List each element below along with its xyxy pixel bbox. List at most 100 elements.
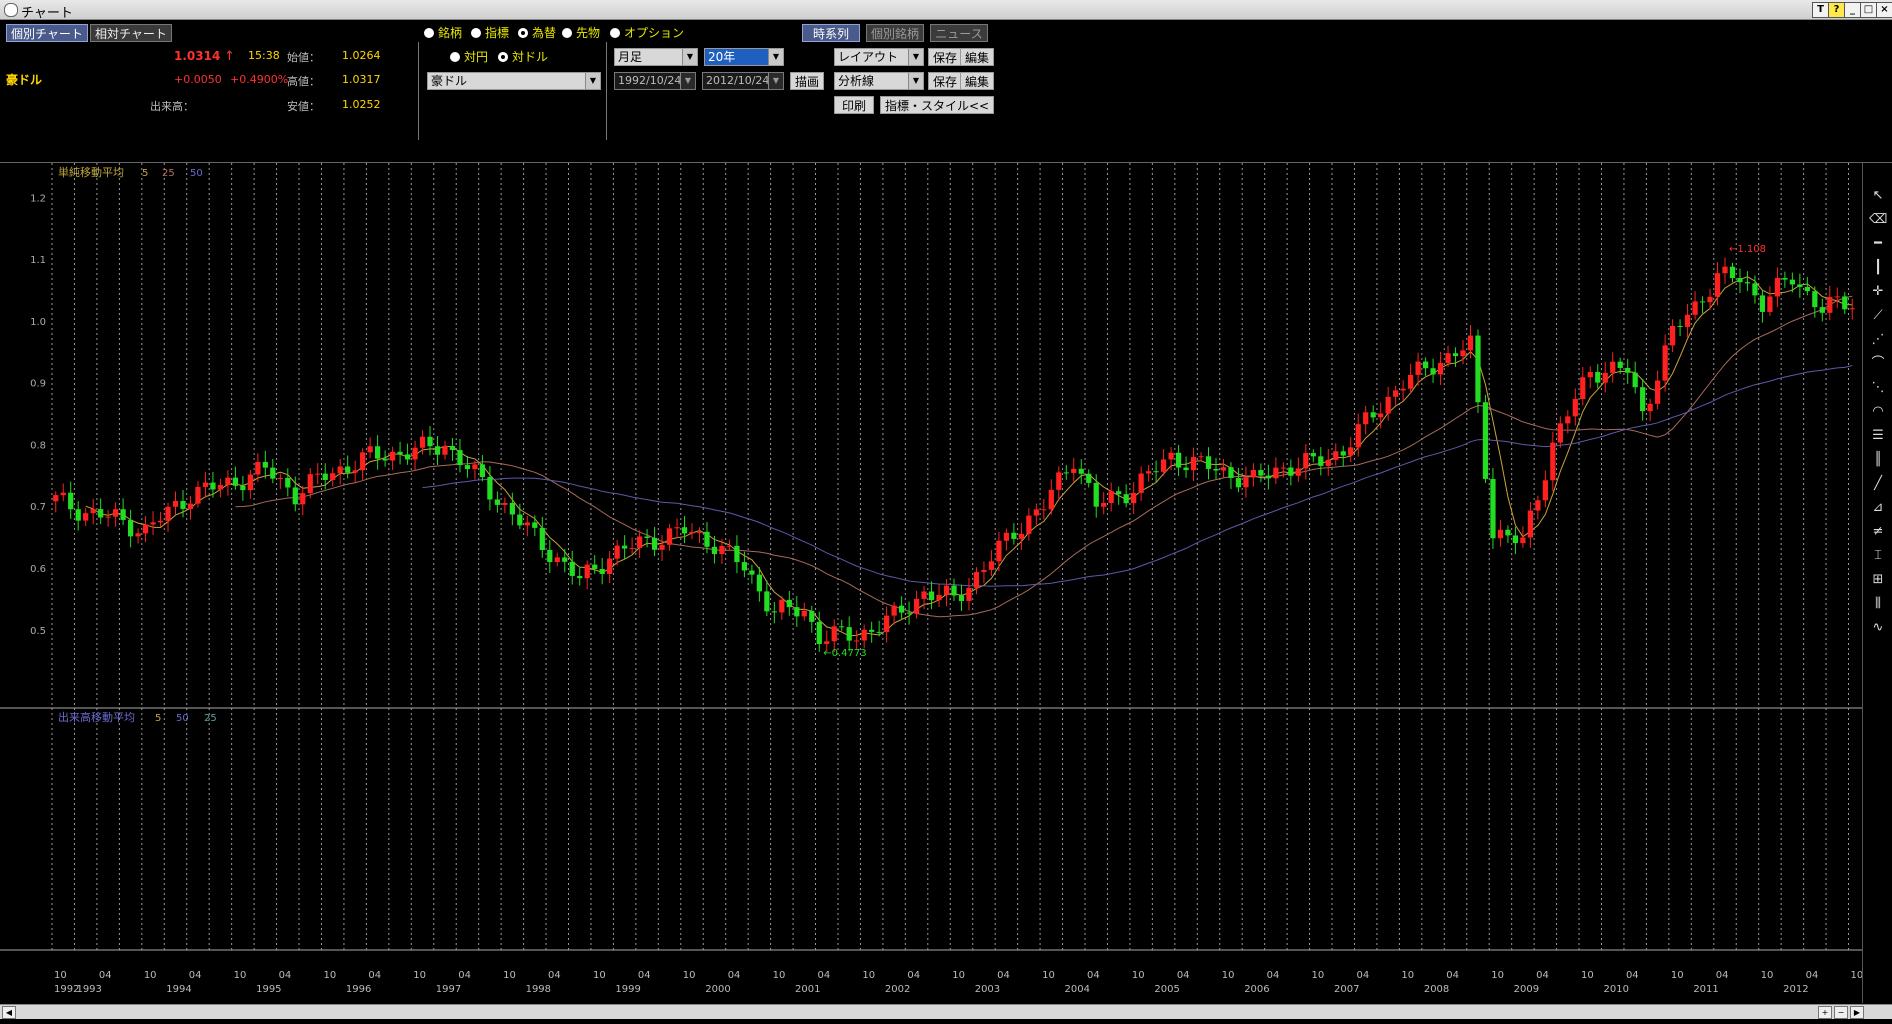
- analysis-select[interactable]: 分析線 ▼: [834, 72, 924, 90]
- fibonacci-fan-icon[interactable]: ⋱: [1869, 379, 1887, 397]
- arc-icon[interactable]: ⌒: [1869, 355, 1887, 373]
- frequency-select[interactable]: 月足 ▼: [614, 48, 698, 66]
- maximize-button[interactable]: □: [1860, 2, 1877, 18]
- minimize-button[interactable]: _: [1844, 2, 1861, 18]
- candle-body: [217, 484, 224, 490]
- y-tick-label: 1.1: [30, 255, 46, 266]
- horizontal-scrollbar[interactable]: ◀ + − ▶: [0, 1004, 1892, 1019]
- month-tick-label: 04: [1267, 970, 1280, 981]
- radio-vs-yen[interactable]: 対円: [450, 48, 488, 65]
- separator: [418, 42, 419, 140]
- layout-save-button[interactable]: 保存: [928, 48, 963, 66]
- candle-body: [1699, 301, 1706, 303]
- candle-body: [345, 466, 351, 473]
- y-tick-label: 1.2: [30, 193, 46, 204]
- eraser-icon[interactable]: ⌫: [1869, 211, 1887, 229]
- month-tick-label: 04: [1536, 970, 1549, 981]
- indicator-style-button[interactable]: 指標・スタイル<<: [880, 96, 995, 114]
- candle-body: [487, 477, 493, 500]
- start-date-field[interactable]: 1992/10/24 ▼: [614, 72, 696, 90]
- range-icon[interactable]: ⌶: [1869, 547, 1887, 565]
- candle-body: [330, 473, 336, 480]
- timeseries-button[interactable]: 時系列: [802, 24, 860, 42]
- radio-futures[interactable]: 先物: [562, 24, 600, 41]
- candle-body: [472, 464, 478, 470]
- year-tick-label: 1999: [615, 984, 640, 993]
- candle-body: [1011, 532, 1017, 539]
- candle-body: [577, 575, 583, 579]
- candle-body: [1722, 266, 1728, 274]
- candle-body: [1527, 510, 1534, 538]
- trend-line-icon[interactable]: ⟋: [1869, 307, 1887, 325]
- time-zone-icon[interactable]: ║: [1869, 451, 1887, 469]
- line-tool-icon[interactable]: ╱: [1869, 475, 1887, 493]
- candle-body: [1146, 471, 1152, 474]
- analysis-save-button[interactable]: 保存: [928, 72, 963, 90]
- layout-select[interactable]: レイアウト ▼: [834, 48, 924, 66]
- candle-body: [68, 492, 74, 510]
- candle-body: [913, 598, 920, 614]
- crosshair-icon[interactable]: ✛: [1869, 283, 1887, 301]
- fan-icon[interactable]: ⋰: [1869, 331, 1887, 349]
- candle-body: [1048, 489, 1054, 510]
- layout-edit-button[interactable]: 編集: [960, 48, 995, 66]
- tab-individual-chart[interactable]: 個別チャート: [6, 24, 88, 42]
- high-label: 高値：: [287, 75, 320, 88]
- individual-symbol-button[interactable]: 個別銘柄: [866, 24, 924, 42]
- candle-body: [988, 561, 995, 570]
- candle-body: [644, 536, 650, 538]
- t-icon[interactable]: T: [1812, 2, 1829, 18]
- cycle-icon[interactable]: ⫼: [1869, 595, 1887, 613]
- vertical-line-icon[interactable]: ┃: [1869, 259, 1887, 277]
- wave-icon[interactable]: ∿: [1869, 619, 1887, 637]
- month-tick-label: 10: [144, 970, 157, 981]
- scroll-right-icon[interactable]: ▶: [1850, 1006, 1864, 1019]
- candle-body: [681, 527, 688, 534]
- pointer-icon[interactable]: ↖: [1869, 187, 1887, 205]
- frequency-value: 月足: [618, 50, 643, 64]
- currency-select[interactable]: 豪ドル ▼: [427, 72, 601, 90]
- fibonacci-arc-icon[interactable]: ◠: [1869, 403, 1887, 421]
- scroll-left-icon[interactable]: ◀: [2, 1006, 16, 1019]
- radio-index[interactable]: 指標: [471, 24, 509, 41]
- candle-body: [1003, 532, 1010, 541]
- zoom-out-icon[interactable]: −: [1834, 1006, 1848, 1019]
- radio-options[interactable]: オプション: [610, 24, 684, 41]
- high-marker: ←1.108: [1729, 244, 1766, 255]
- horizontal-line-icon[interactable]: ━: [1869, 235, 1887, 253]
- span-select[interactable]: 20年 ▼: [704, 48, 784, 66]
- year-tick-label: 2010: [1603, 984, 1628, 993]
- chart-area[interactable]: 1.2 1.1 1.0 0.9 0.8 0.7 0.6 0.5 10 04 10 04 10 04 10 04…: [0, 163, 1863, 995]
- candle-body: [1842, 296, 1848, 310]
- radio-forex[interactable]: 為替: [518, 24, 556, 41]
- candle-body: [1243, 477, 1249, 488]
- close-button[interactable]: ×: [1876, 2, 1892, 18]
- channel-icon[interactable]: ≠: [1869, 523, 1887, 541]
- tab-relative-chart[interactable]: 相対チャート: [90, 24, 172, 42]
- month-tick-label: 04: [907, 970, 920, 981]
- candle-body: [704, 531, 710, 547]
- candle-body: [1318, 456, 1324, 466]
- zoom-in-icon[interactable]: +: [1818, 1006, 1832, 1019]
- candle-body: [831, 626, 837, 642]
- draw-button[interactable]: 描画: [790, 72, 825, 90]
- box-icon[interactable]: ⊞: [1869, 571, 1887, 589]
- candle-body: [951, 585, 957, 596]
- radio-vs-dollar[interactable]: 対ドル: [498, 48, 548, 65]
- print-button[interactable]: 印刷: [834, 96, 874, 114]
- retracement-icon[interactable]: ☰: [1869, 427, 1887, 445]
- candle-body: [786, 599, 792, 608]
- candle-body: [1767, 296, 1773, 312]
- candle-body: [262, 461, 268, 468]
- news-button[interactable]: ニュース: [930, 24, 988, 42]
- candle-body: [1437, 362, 1444, 375]
- radio-symbol[interactable]: 銘柄: [424, 24, 462, 41]
- help-icon[interactable]: ?: [1828, 2, 1845, 18]
- price-chart[interactable]: 1.2 1.1 1.0 0.9 0.8 0.7 0.6 0.5 10 04 10 04 10 04 10 04…: [0, 163, 1863, 995]
- end-date-field[interactable]: 2012/10/24 ▼: [702, 72, 784, 90]
- candle-body: [285, 477, 291, 488]
- candle-body: [1565, 416, 1571, 424]
- analysis-edit-button[interactable]: 編集: [960, 72, 995, 90]
- candle-body: [1482, 402, 1489, 479]
- gann-icon[interactable]: ⊿: [1869, 499, 1887, 517]
